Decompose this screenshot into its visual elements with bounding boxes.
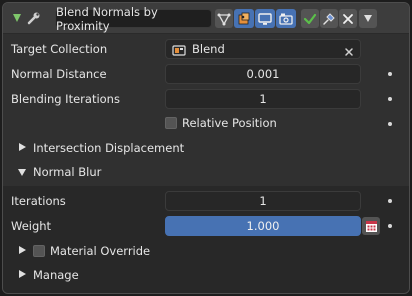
weight-label: Weight bbox=[11, 219, 52, 233]
section-material-override[interactable]: Material Override bbox=[50, 241, 150, 261]
iterations-field[interactable]: 1 bbox=[165, 191, 361, 211]
weight-slider[interactable]: 1.000 bbox=[165, 216, 361, 236]
apply-check-icon[interactable] bbox=[301, 9, 319, 28]
expand-triangle-icon[interactable] bbox=[19, 270, 26, 278]
keyframe-dot-icon[interactable] bbox=[388, 199, 392, 203]
collapse-triangle-icon[interactable] bbox=[13, 14, 21, 22]
expand-triangle-icon[interactable] bbox=[19, 143, 26, 151]
modifier-header: Blend Normals by Proximity bbox=[3, 3, 409, 34]
on-cage-vertex-icon[interactable] bbox=[215, 9, 233, 28]
relative-position-checkbox[interactable] bbox=[165, 117, 177, 129]
keyframe-dot-icon[interactable] bbox=[388, 122, 392, 126]
render-camera-icon[interactable] bbox=[276, 9, 296, 28]
keyframe-dot-icon[interactable] bbox=[388, 72, 392, 76]
normal-distance-field[interactable]: 0.001 bbox=[165, 64, 361, 84]
keyframe-dot-icon[interactable] bbox=[388, 97, 392, 101]
target-collection-field[interactable]: Blend bbox=[165, 39, 361, 59]
modifier-panel: Blend Normals by Proximity Target Collec… bbox=[2, 2, 410, 294]
material-override-checkbox[interactable] bbox=[33, 245, 45, 257]
editmode-icon[interactable] bbox=[234, 9, 254, 28]
vertex-weight-map-icon[interactable] bbox=[362, 217, 380, 235]
remove-x-icon[interactable] bbox=[339, 9, 357, 28]
keyframe-dot-icon[interactable] bbox=[388, 224, 392, 228]
collapse-triangle-icon[interactable] bbox=[18, 169, 26, 176]
normal-distance-label: Normal Distance bbox=[11, 67, 107, 81]
wrench-icon bbox=[27, 11, 41, 25]
expand-triangle-icon[interactable] bbox=[19, 246, 26, 254]
dropdown-icon[interactable] bbox=[359, 9, 377, 28]
blending-iterations-label: Blending Iterations bbox=[11, 92, 120, 106]
target-collection-value: Blend bbox=[192, 42, 225, 56]
relative-position-label: Relative Position bbox=[182, 116, 277, 130]
clear-x-icon[interactable] bbox=[344, 44, 354, 56]
collection-icon bbox=[172, 43, 186, 56]
target-collection-label: Target Collection bbox=[11, 42, 108, 56]
realtime-monitor-icon[interactable] bbox=[255, 9, 275, 28]
section-normal-blur[interactable]: Normal Blur bbox=[33, 162, 101, 182]
modifier-name-field[interactable]: Blend Normals by Proximity bbox=[55, 5, 212, 33]
pin-icon[interactable] bbox=[320, 9, 338, 28]
blending-iterations-field[interactable]: 1 bbox=[165, 89, 361, 109]
iterations-label: Iterations bbox=[11, 194, 66, 208]
section-intersection-displacement[interactable]: Intersection Displacement bbox=[33, 138, 184, 158]
section-manage[interactable]: Manage bbox=[33, 265, 79, 285]
